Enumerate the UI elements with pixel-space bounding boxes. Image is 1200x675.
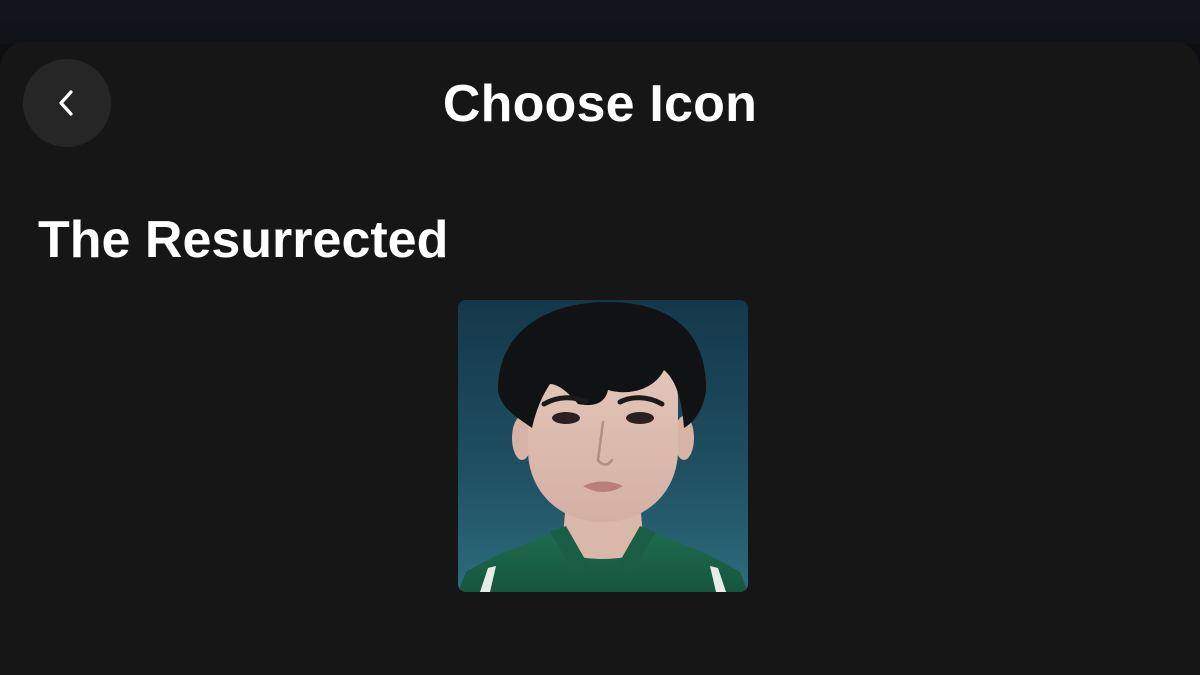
status-bar-area — [0, 0, 1200, 44]
profile-icon-option[interactable] — [458, 300, 748, 592]
choose-icon-sheet: Choose Icon The Resurrected — [0, 42, 1200, 675]
section-title: The Resurrected — [38, 211, 449, 269]
portrait-avatar-image — [458, 302, 748, 592]
page-title: Choose Icon — [442, 75, 758, 133]
